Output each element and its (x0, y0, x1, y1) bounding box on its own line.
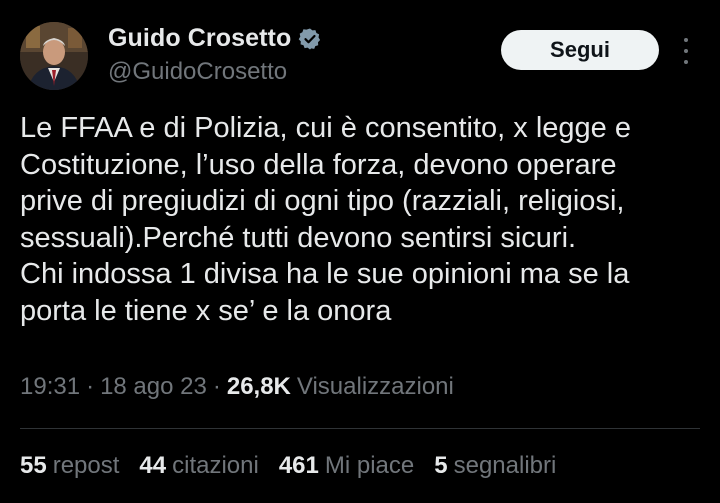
views-count: 26,8K (226, 373, 291, 400)
avatar-photo (20, 22, 88, 90)
stat-count: 5 (434, 452, 448, 479)
author-display-name[interactable]: Guido Crosetto (108, 24, 291, 53)
tweet-meta: 19:31 · 18 ago 23 · 26,8K Visualizzazion… (20, 373, 454, 401)
tweet-text: Le FFAA e di Polizia, cui è consentito, … (20, 112, 631, 327)
author-name-row: Guido Crosetto (108, 24, 322, 53)
follow-button[interactable]: Segui (501, 30, 659, 70)
tweet-time[interactable]: 19:31 (20, 373, 80, 401)
divider (20, 428, 700, 429)
tweet-date[interactable]: 18 ago 23 (100, 373, 207, 401)
stat-label: repost (52, 452, 120, 479)
stat-count: 461 (278, 452, 319, 479)
stat-label: segnalibri (453, 452, 557, 479)
stat-label: citazioni (172, 452, 259, 479)
more-dot (684, 49, 688, 53)
more-dot (684, 38, 688, 42)
stat-count: 44 (139, 452, 167, 479)
stat-count: 55 (20, 452, 47, 479)
avatar[interactable] (20, 22, 88, 90)
engagement-stats: 55 repost 44 citazioni 461 Mi piace 5 segnal… (20, 452, 576, 480)
stat-label: Mi piace (324, 452, 415, 479)
meta-separator: · (86, 373, 95, 400)
tweet-card: Guido Crosetto @GuidoCrosetto Segui Le F… (0, 0, 720, 503)
views-label: Visualizzazioni (296, 373, 454, 400)
stat-reposts[interactable]: 55 repost (20, 452, 119, 480)
stat-bookmarks[interactable]: 5 segnalibri (434, 452, 556, 480)
stat-quotes[interactable]: 44 citazioni (139, 452, 258, 480)
more-dot (684, 60, 688, 64)
meta-separator: · (212, 373, 221, 400)
author-handle[interactable]: @GuidoCrosetto (108, 58, 287, 86)
more-vertical-icon[interactable] (679, 38, 693, 64)
stat-likes[interactable]: 461 Mi piace (279, 452, 414, 480)
verified-badge-icon (299, 28, 321, 49)
